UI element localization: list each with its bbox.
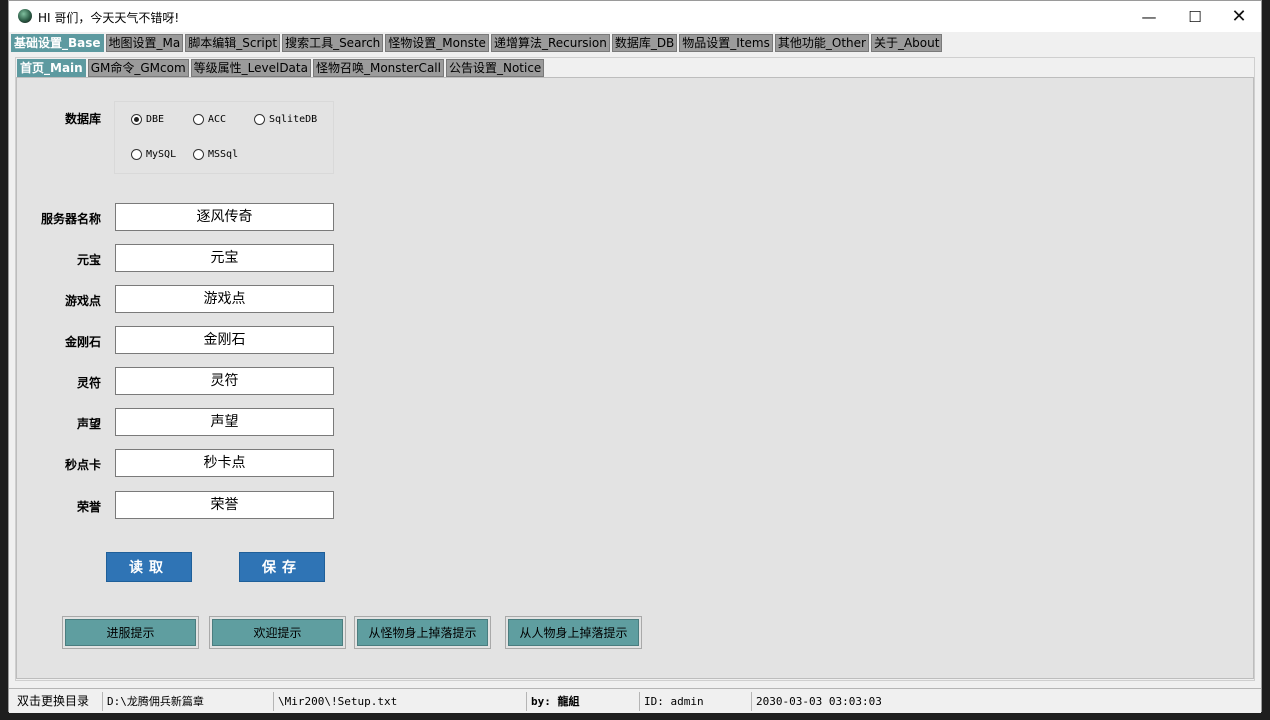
subtab-main[interactable]: 首页_Main bbox=[17, 59, 86, 77]
welcome-notice-button[interactable]: 欢迎提示 bbox=[212, 619, 343, 646]
radio-acc-label: ACC bbox=[208, 114, 227, 125]
tab-monster[interactable]: 怪物设置_Monste bbox=[385, 34, 489, 52]
field-label-second-card: 秒点卡 bbox=[64, 458, 101, 472]
radio-icon bbox=[131, 149, 142, 160]
radio-mssql[interactable]: MSSql bbox=[193, 149, 238, 160]
tab-about[interactable]: 关于_About bbox=[870, 34, 943, 52]
change-directory-hint[interactable]: 双击更换目录 bbox=[13, 692, 101, 711]
tab-map[interactable]: 地图设置_Ma bbox=[105, 34, 184, 52]
subtab-notice[interactable]: 公告设置_Notice bbox=[445, 59, 545, 77]
title-bar: HI 哥们，今天天气不错呀! — ☐ ✕ bbox=[9, 1, 1261, 32]
monster-drop-notice-button[interactable]: 从怪物身上掉落提示 bbox=[357, 619, 488, 646]
radio-mysql[interactable]: MySQL bbox=[131, 149, 176, 160]
field-label-yuanbao: 元宝 bbox=[76, 253, 101, 267]
field-label-reputation: 声望 bbox=[76, 417, 101, 431]
tab-script[interactable]: 脚本编辑_Script bbox=[185, 34, 281, 52]
field-label-honor: 荣誉 bbox=[76, 500, 101, 514]
radio-acc[interactable]: ACC bbox=[193, 114, 226, 125]
status-datetime: 2030-03-03 03:03:03 bbox=[751, 692, 916, 711]
field-label-game-points: 游戏点 bbox=[64, 294, 101, 308]
maximize-icon[interactable]: ☐ bbox=[1172, 1, 1218, 32]
tab-items[interactable]: 物品设置_Items bbox=[679, 34, 773, 52]
radio-selected-icon bbox=[131, 114, 142, 125]
tab-search[interactable]: 搜索工具_Search bbox=[282, 34, 384, 52]
field-label-talisman: 灵符 bbox=[76, 376, 101, 390]
enter-server-notice-button[interactable]: 进服提示 bbox=[65, 619, 196, 646]
subtab-monstercall[interactable]: 怪物召唤_MonsterCall bbox=[312, 59, 444, 77]
tab-other[interactable]: 其他功能_Other bbox=[774, 34, 869, 52]
radio-sqlitedb[interactable]: SqliteDB bbox=[254, 114, 317, 125]
database-group: DBE ACC SqliteDB MySQL MSSql bbox=[114, 101, 334, 174]
window-title: HI 哥们，今天天气不错呀! bbox=[38, 11, 180, 25]
player-drop-notice-button[interactable]: 从人物身上掉落提示 bbox=[508, 619, 639, 646]
main-panel: 数据库 DBE ACC SqliteDB MySQL MSSql 服务器名称 逐… bbox=[16, 77, 1254, 679]
status-by: by: 龍組 bbox=[526, 692, 636, 711]
database-label: 数据库 bbox=[64, 112, 101, 126]
field-label-diamond: 金刚石 bbox=[64, 335, 101, 349]
reputation-field[interactable]: 声望 bbox=[115, 408, 334, 436]
app-window: HI 哥们，今天天气不错呀! — ☐ ✕ 基础设置_Base 地图设置_Ma 脚… bbox=[8, 0, 1262, 713]
notice-enter-wrap: 进服提示 bbox=[62, 616, 199, 649]
status-user-id: ID: admin bbox=[639, 692, 749, 711]
talisman-field[interactable]: 灵符 bbox=[115, 367, 334, 395]
yuanbao-field[interactable]: 元宝 bbox=[115, 244, 334, 272]
notice-welcome-wrap: 欢迎提示 bbox=[209, 616, 346, 649]
app-logo-icon bbox=[18, 9, 32, 23]
game-points-field[interactable]: 游戏点 bbox=[115, 285, 334, 313]
radio-mssql-label: MSSql bbox=[208, 149, 239, 160]
subtab-gmcom[interactable]: GM命令_GMcom bbox=[87, 59, 189, 77]
tab-db[interactable]: 数据库_DB bbox=[611, 34, 678, 52]
subtab-leveldata[interactable]: 等级属性_LevelData bbox=[190, 59, 311, 77]
close-icon[interactable]: ✕ bbox=[1216, 1, 1262, 32]
radio-sqlitedb-label: SqliteDB bbox=[269, 114, 318, 125]
radio-icon bbox=[193, 114, 204, 125]
notice-player-drop-wrap: 从人物身上掉落提示 bbox=[505, 616, 642, 649]
second-card-field[interactable]: 秒卡点 bbox=[115, 449, 334, 477]
main-tab-bar: 基础设置_Base 地图设置_Ma 脚本编辑_Script 搜索工具_Searc… bbox=[11, 34, 944, 52]
diamond-field[interactable]: 金刚石 bbox=[115, 326, 334, 354]
status-path: D:\龙腾佣兵新篇章 bbox=[102, 692, 272, 711]
radio-mysql-label: MySQL bbox=[146, 149, 177, 160]
tab-recursion[interactable]: 递增算法_Recursion bbox=[490, 34, 610, 52]
tab-base[interactable]: 基础设置_Base bbox=[11, 34, 104, 52]
save-button[interactable]: 保存 bbox=[239, 552, 325, 582]
read-button[interactable]: 读取 bbox=[106, 552, 192, 582]
honor-field[interactable]: 荣誉 bbox=[115, 491, 334, 519]
sub-tab-bar: 首页_Main GM命令_GMcom 等级属性_LevelData 怪物召唤_M… bbox=[17, 59, 546, 77]
minimize-icon[interactable]: — bbox=[1126, 1, 1172, 32]
server-name-field[interactable]: 逐风传奇 bbox=[115, 203, 334, 231]
status-bar: 双击更换目录 D:\龙腾佣兵新篇章 \Mir200\!Setup.txt by:… bbox=[9, 688, 1261, 713]
radio-dbe-label: DBE bbox=[146, 114, 165, 125]
radio-dbe[interactable]: DBE bbox=[131, 114, 164, 125]
notice-monster-drop-wrap: 从怪物身上掉落提示 bbox=[354, 616, 491, 649]
field-label-server-name: 服务器名称 bbox=[40, 212, 101, 226]
status-setup-file: \Mir200\!Setup.txt bbox=[273, 692, 528, 711]
radio-icon bbox=[193, 149, 204, 160]
radio-icon bbox=[254, 114, 265, 125]
